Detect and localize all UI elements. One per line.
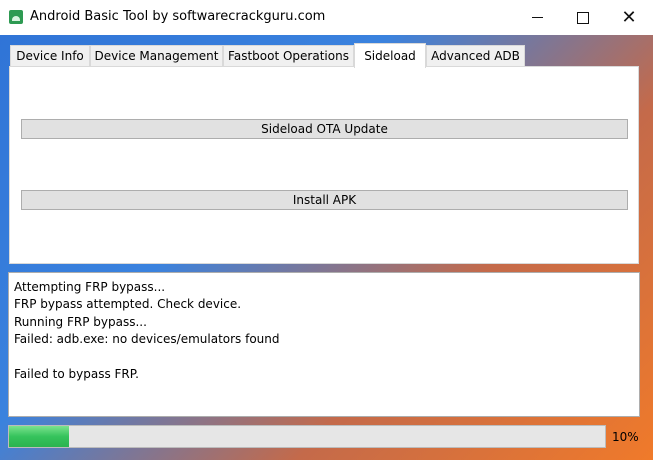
log-output[interactable]: Attempting FRP bypass... FRP bypass atte… bbox=[8, 272, 640, 417]
maximize-icon bbox=[577, 11, 589, 24]
sideload-panel: Sideload OTA Update Install APK bbox=[9, 66, 639, 264]
progress-percent: 10% bbox=[612, 430, 639, 444]
progress-bar bbox=[8, 425, 606, 448]
tab-device-management[interactable]: Device Management bbox=[90, 45, 223, 66]
android-app-icon bbox=[9, 10, 23, 24]
title-bar: Android Basic Tool by softwarecrackguru.… bbox=[0, 0, 653, 35]
tab-device-info[interactable]: Device Info bbox=[10, 45, 90, 66]
log-line: Failed to bypass FRP. bbox=[14, 366, 139, 381]
close-icon: ✕ bbox=[621, 6, 637, 28]
progress-fill bbox=[9, 426, 69, 447]
install-apk-button[interactable]: Install APK bbox=[21, 190, 628, 210]
tab-advanced-adb[interactable]: Advanced ADB bbox=[426, 45, 525, 66]
tab-sideload[interactable]: Sideload bbox=[354, 43, 426, 68]
sideload-ota-update-button[interactable]: Sideload OTA Update bbox=[21, 119, 628, 139]
maximize-button[interactable] bbox=[560, 0, 606, 35]
log-line: Attempting FRP bypass... bbox=[14, 280, 166, 294]
minimize-icon bbox=[531, 17, 543, 18]
window-title: Android Basic Tool by softwarecrackguru.… bbox=[30, 9, 326, 24]
close-button[interactable]: ✕ bbox=[606, 0, 652, 35]
log-line: Failed: adb.exe: no devices/emulators fo… bbox=[14, 332, 280, 347]
log-line: FRP bypass attempted. Check device. bbox=[14, 297, 242, 312]
tab-fastboot-operations[interactable]: Fastboot Operations bbox=[223, 45, 354, 66]
minimize-button[interactable] bbox=[514, 0, 560, 35]
app-window: Android Basic Tool by softwarecrackguru.… bbox=[0, 0, 653, 460]
log-line: Running FRP bypass... bbox=[14, 314, 147, 329]
